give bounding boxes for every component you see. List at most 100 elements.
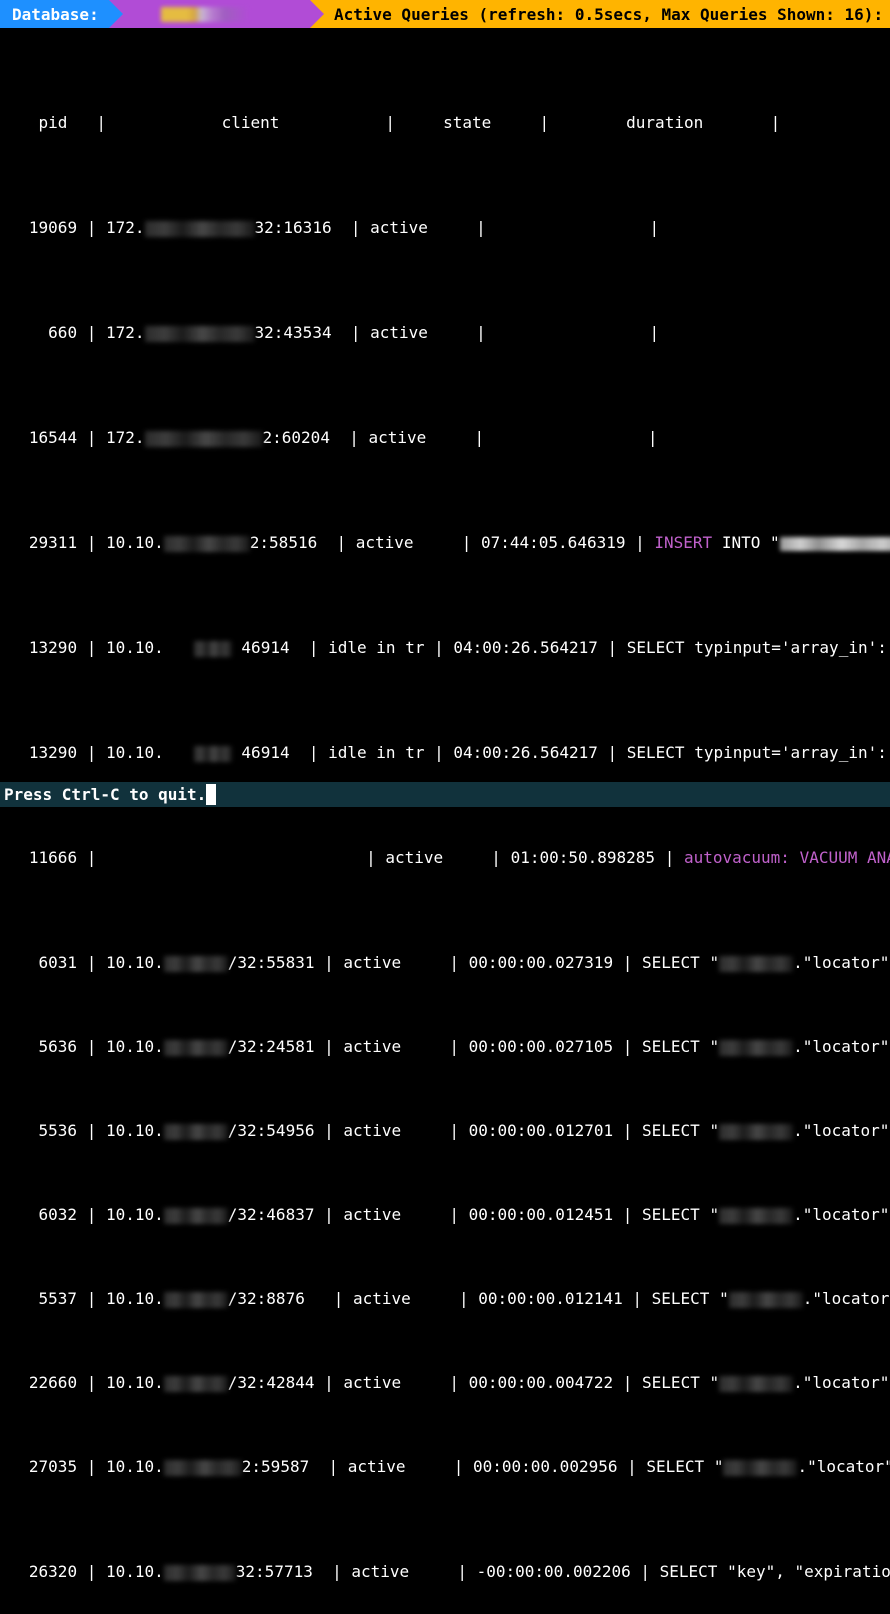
- query-keyword-select: SELECT: [642, 1037, 700, 1056]
- table-row: 16544 | 172.2:60204 | active | |: [0, 427, 890, 448]
- cell-duration: 00:00:00.027105: [469, 1037, 614, 1056]
- cell-duration: 04:00:26.564217: [453, 743, 598, 762]
- redacted-client-ip: [145, 326, 255, 342]
- cell-duration: -00:00:00.002206: [477, 1562, 631, 1581]
- cell-state: active: [348, 1457, 406, 1476]
- cell-client-suffix: 2:58516: [250, 533, 317, 552]
- cell-state: active: [343, 1121, 401, 1140]
- status-bar: Press Ctrl-C to quit.: [0, 782, 890, 807]
- panel-1-title: Active Queries (refresh: 0.5secs, Max Qu…: [334, 4, 883, 25]
- cell-pid: 13290: [29, 638, 77, 657]
- cell-pid: 13290: [29, 743, 77, 762]
- query-quote: ": [709, 953, 719, 972]
- cell-state: active: [368, 428, 426, 447]
- query-keyword-into: INTO: [722, 533, 761, 552]
- cell-client-suffix: /32:8876: [228, 1289, 305, 1308]
- table-row: 29311 | 10.10.2:58516 | active | 07:44:0…: [0, 532, 890, 553]
- table-row: 6031 | 10.10./32:55831 | active | 00:00:…: [0, 952, 890, 973]
- redacted-client-ip: [194, 641, 232, 657]
- query-keyword-autovacuum: autovacuum:: [684, 848, 790, 867]
- redacted-client-ip: [164, 1376, 228, 1392]
- redacted-client-ip: [164, 1460, 242, 1476]
- query-quote: ": [709, 1205, 719, 1224]
- table-row: 5537 | 10.10./32:8876 | active | 00:00:0…: [0, 1288, 890, 1309]
- cell-client-prefix: 10.10.: [106, 1457, 164, 1476]
- redacted-client-ip: [145, 221, 255, 237]
- table-row: 660 | 172.32:43534 | active | |: [0, 322, 890, 343]
- cell-client-prefix: 172.: [106, 323, 145, 342]
- cell-client-prefix: 10.10.: [106, 1373, 164, 1392]
- cell-duration: 01:00:50.898285: [511, 848, 656, 867]
- query-quote: ": [714, 1457, 724, 1476]
- cell-client-suffix: 46914: [241, 638, 289, 657]
- database-label: Database:: [12, 4, 99, 25]
- redacted-client-ip: [164, 1292, 228, 1308]
- cell-client-prefix: 10.10.: [106, 638, 164, 657]
- redacted-client-ip: [164, 1208, 228, 1224]
- cell-client-suffix: 2:60204: [263, 428, 330, 447]
- cell-client-suffix: 32:16316: [255, 218, 332, 237]
- cell-duration: 00:00:00.002956: [473, 1457, 618, 1476]
- table-row: 6032 | 10.10./32:46837 | active | 00:00:…: [0, 1204, 890, 1225]
- terminal-cursor[interactable]: [206, 784, 216, 805]
- query-keyword-select: SELECT: [652, 1289, 710, 1308]
- cell-query: SELECT typinput='array_in'::reg: [627, 743, 890, 762]
- table-row: 27035 | 10.10.2:59587 | active | 00:00:0…: [0, 1456, 890, 1477]
- table-row: 13290 | 10.10. 46914 | idle in tr | 04:0…: [0, 637, 890, 658]
- redacted-schema-name: [719, 1208, 793, 1224]
- query-quote: ": [770, 533, 780, 552]
- column-header-client: client: [222, 113, 280, 132]
- segment-arrow-icon: [109, 0, 123, 28]
- cell-pid: 660: [48, 323, 77, 342]
- table-row: 5536 | 10.10./32:54956 | active | 00:00:…: [0, 1120, 890, 1141]
- cell-duration: 00:00:00.027319: [469, 953, 614, 972]
- cell-client-suffix: 2:59587: [242, 1457, 309, 1476]
- cell-duration: 00:00:00.012451: [469, 1205, 614, 1224]
- table-row: 13290 | 10.10. 46914 | idle in tr | 04:0…: [0, 742, 890, 763]
- query-keyword-select: SELECT: [642, 1373, 700, 1392]
- cell-state: active: [343, 953, 401, 972]
- query-quote: ": [719, 1289, 729, 1308]
- cell-pid: 29311: [29, 533, 77, 552]
- cell-state: active: [343, 1037, 401, 1056]
- cell-client-prefix: 10.10.: [106, 1562, 164, 1581]
- cell-client-suffix: /32:46837: [228, 1205, 315, 1224]
- table-row: 26320 | 10.10.32:57713 | active | -00:00…: [0, 1561, 890, 1582]
- cell-state: active: [351, 1562, 409, 1581]
- cell-pid: 5536: [39, 1121, 78, 1140]
- query-locator-tail: ."locator", "R: [793, 1037, 890, 1056]
- cell-duration: 00:00:00.012141: [478, 1289, 623, 1308]
- cell-client-prefix: 10.10.: [106, 533, 164, 552]
- cell-client-prefix: 10.10.: [106, 743, 164, 762]
- redacted-client-ip: [164, 1565, 236, 1581]
- query-locator-tail: ."locator", "R: [803, 1289, 890, 1308]
- query-keyword-vacuum: VACUUM: [800, 848, 858, 867]
- query-locator-tail: ."locator", "R: [793, 1373, 890, 1392]
- table-row: 19069 | 172.32:16316 | active | |: [0, 217, 890, 238]
- cell-state: active: [370, 218, 428, 237]
- cell-pid: 22660: [29, 1373, 77, 1392]
- database-label-segment: Database:: [0, 0, 109, 28]
- database-name-segment: [109, 0, 310, 28]
- cell-duration: 00:00:00.004722: [469, 1373, 614, 1392]
- redacted-schema-name: [719, 1124, 793, 1140]
- redacted-schema-name: [719, 956, 793, 972]
- query-quote: ": [709, 1121, 719, 1140]
- query-keyword-select: SELECT: [642, 1121, 700, 1140]
- column-header-pid: pid: [39, 113, 68, 132]
- redacted-schema-name: [723, 1460, 797, 1476]
- cell-state: active: [343, 1205, 401, 1224]
- cell-client-prefix: 10.10.: [106, 1289, 164, 1308]
- cell-duration: 04:00:26.564217: [453, 638, 598, 657]
- column-header-duration: duration: [626, 113, 703, 132]
- query-locator-tail: ."locator", "R: [793, 1205, 890, 1224]
- table-row: 11666 | | active | 01:00:50.898285 | aut…: [0, 847, 890, 868]
- cell-client-prefix: 10.10.: [106, 1037, 164, 1056]
- query-keyword-insert: INSERT: [654, 533, 712, 552]
- cell-client-prefix: 172.: [106, 428, 145, 447]
- cell-state: idle in tr: [328, 638, 424, 657]
- redacted-client-ip: [164, 1124, 228, 1140]
- query-key-expiration: "key", "expiration", "cr: [727, 1562, 890, 1581]
- cell-pid: 16544: [29, 428, 77, 447]
- redacted-table-name: [780, 537, 890, 551]
